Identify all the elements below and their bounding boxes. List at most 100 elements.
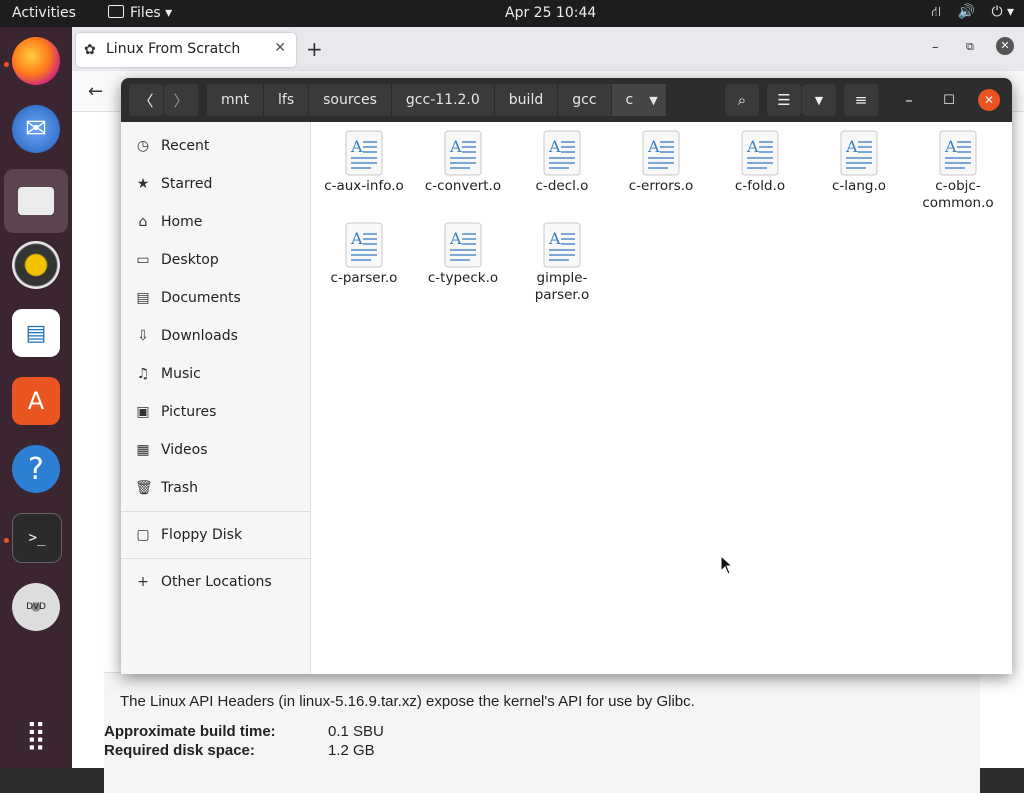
documents-icon: ▤ <box>136 290 150 306</box>
maximize-button[interactable]: ☐ <box>937 84 961 116</box>
volume-icon: 🔊 <box>957 4 975 20</box>
text-file-icon: A <box>345 130 383 176</box>
breadcrumb-lfs[interactable]: lfs <box>264 84 310 116</box>
browser-tab[interactable]: ✿ Linux From Scratch ✕ <box>76 33 296 67</box>
system-tray[interactable]: ⛙ 🔊 ⏻ ▾ <box>919 4 1014 22</box>
text-file-icon: A <box>543 222 581 268</box>
files-icon[interactable] <box>4 169 68 233</box>
file-item[interactable]: Ac-errors.o <box>613 122 709 195</box>
hamburger-icon: ≡ <box>854 91 868 109</box>
text-file-icon: A <box>444 222 482 268</box>
show-apps-icon[interactable]: ⣿ <box>12 710 60 758</box>
close-tab-icon[interactable]: ✕ <box>274 40 286 56</box>
breadcrumb-sources[interactable]: sources <box>309 84 392 116</box>
dock: ✉ ▤ A ? >_ DVD ⣿ <box>0 27 72 768</box>
videos-icon: ▦ <box>136 442 150 458</box>
minimize-button[interactable]: – <box>897 84 921 116</box>
svg-text:A: A <box>944 137 957 156</box>
package-info: The Linux API Headers (in linux-5.16.9.t… <box>104 672 980 793</box>
search-icon: ⌕ <box>737 91 747 109</box>
forward-button[interactable]: 〉 <box>164 84 198 116</box>
text-file-icon: A <box>642 130 680 176</box>
text-file-icon: A <box>741 130 779 176</box>
app-store-icon[interactable]: A <box>12 377 60 425</box>
chevron-left-icon: 〈 <box>138 91 154 110</box>
file-item[interactable]: Ac-aux-info.o <box>316 122 412 195</box>
thunderbird-icon[interactable]: ✉ <box>12 105 60 153</box>
file-item[interactable]: Ac-decl.o <box>514 122 610 195</box>
mouse-pointer-icon <box>720 555 734 575</box>
view-list-button[interactable]: ☰ <box>767 84 801 116</box>
file-item[interactable]: Agimple- parser.o <box>514 214 610 304</box>
file-item[interactable]: Ac-fold.o <box>712 122 808 195</box>
app-menu-label: Files <box>130 5 161 21</box>
browser-tabbar: ✿ Linux From Scratch ✕ + – ⧉ ✕ <box>72 27 1024 71</box>
text-file-icon: A <box>939 130 977 176</box>
dvd-icon[interactable]: DVD <box>12 583 60 631</box>
lfs-favicon-icon: ✿ <box>84 42 96 58</box>
file-item[interactable]: Ac-lang.o <box>811 122 907 195</box>
writer-icon[interactable]: ▤ <box>12 309 60 357</box>
firefox-icon[interactable] <box>12 37 60 85</box>
sidebar-item-videos[interactable]: ▦ Videos <box>121 431 310 469</box>
folder-icon <box>108 5 124 18</box>
sidebar-item-recent[interactable]: ◷ Recent <box>121 127 310 165</box>
browser-minimize-button[interactable]: – <box>932 40 939 55</box>
sidebar-item-floppy[interactable]: ▢ Floppy Disk <box>121 516 310 554</box>
rhythmbox-icon[interactable] <box>12 241 60 289</box>
app-menu-button[interactable]: Files ▾ <box>108 5 172 21</box>
build-time-label: Approximate build time: <box>104 723 276 740</box>
file-item[interactable]: Ac-convert.o <box>415 122 511 195</box>
download-icon: ⇩ <box>137 328 149 344</box>
file-item[interactable]: Ac-typeck.o <box>415 214 511 287</box>
close-button[interactable]: ✕ <box>978 89 1000 111</box>
breadcrumb-build[interactable]: build <box>494 84 559 116</box>
browser-maximize-button[interactable]: ⧉ <box>966 40 974 54</box>
file-item[interactable]: Ac-objc- common.o <box>910 122 1006 212</box>
svg-text:A: A <box>845 137 858 156</box>
disk-space-row: Required disk space: 1.2 GB <box>104 742 375 759</box>
home-icon: ⌂ <box>138 214 148 230</box>
terminal-icon[interactable]: >_ <box>12 513 62 563</box>
trash-icon: 🗑 <box>135 480 153 496</box>
disk-space-value: 1.2 GB <box>328 742 375 759</box>
sidebar-item-home[interactable]: ⌂ Home <box>121 203 310 241</box>
breadcrumb-gcc[interactable]: gcc <box>558 84 612 116</box>
back-arrow-icon[interactable]: ← <box>88 81 103 102</box>
package-description: The Linux API Headers (in linux-5.16.9.t… <box>120 693 695 710</box>
back-button[interactable]: 〈 <box>129 84 163 116</box>
sidebar-item-starred[interactable]: ★ Starred <box>121 165 310 203</box>
breadcrumb-mnt[interactable]: mnt <box>207 84 264 116</box>
breadcrumb: mnt lfs sources gcc-11.2.0 build gcc c ▼ <box>207 84 667 116</box>
sidebar-item-downloads[interactable]: ⇩ Downloads <box>121 317 310 355</box>
text-file-icon: A <box>543 130 581 176</box>
svg-text:A: A <box>350 229 363 248</box>
activities-button[interactable]: Activities <box>12 5 76 21</box>
build-time-row: Approximate build time: 0.1 SBU <box>104 723 384 740</box>
svg-text:A: A <box>449 229 462 248</box>
svg-text:A: A <box>746 137 759 156</box>
breadcrumb-current[interactable]: c ▼ <box>611 84 667 116</box>
new-tab-button[interactable]: + <box>306 37 323 61</box>
desktop-icon: ▭ <box>136 252 150 268</box>
search-button[interactable]: ⌕ <box>725 84 759 116</box>
breadcrumb-c: c <box>625 92 634 108</box>
breadcrumb-gcc-11[interactable]: gcc-11.2.0 <box>391 84 495 116</box>
file-item[interactable]: Ac-parser.o <box>316 214 412 287</box>
plus-icon: + <box>137 574 149 590</box>
floppy-icon: ▢ <box>136 527 150 543</box>
sidebar-item-other-locations[interactable]: + Other Locations <box>121 563 310 601</box>
help-icon[interactable]: ? <box>12 445 60 493</box>
sidebar-item-music[interactable]: ♫ Music <box>121 355 310 393</box>
browser-close-button[interactable]: ✕ <box>996 37 1014 55</box>
disk-space-label: Required disk space: <box>104 742 255 759</box>
sidebar-item-trash[interactable]: 🗑 Trash <box>121 469 310 507</box>
view-options-button[interactable]: ▼ <box>802 84 836 116</box>
pictures-icon: ▣ <box>136 404 150 420</box>
sidebar-item-desktop[interactable]: ▭ Desktop <box>121 241 310 279</box>
sidebar-item-documents[interactable]: ▤ Documents <box>121 279 310 317</box>
clock[interactable]: Apr 25 10:44 <box>505 5 596 21</box>
sidebar-item-pictures[interactable]: ▣ Pictures <box>121 393 310 431</box>
main-menu-button[interactable]: ≡ <box>844 84 878 116</box>
sidebar-divider <box>121 558 310 559</box>
